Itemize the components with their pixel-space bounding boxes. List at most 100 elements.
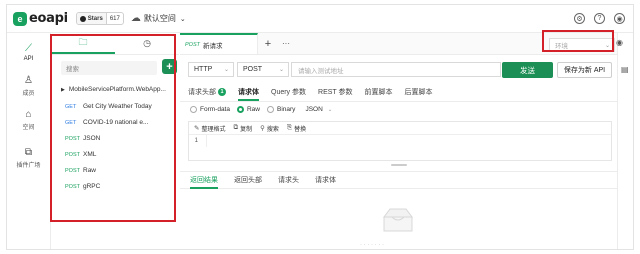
tab-response-headers[interactable]: 返回头部 [234, 172, 262, 188]
tab-new-request[interactable]: POST 新请求 [180, 33, 258, 54]
tab-api-tree[interactable]: 🗀 [51, 33, 115, 54]
logo[interactable]: e eoapi [13, 11, 68, 26]
chevron-down-icon: ⌄ [278, 67, 284, 73]
environment-select[interactable]: 环境 ⌄ [549, 38, 615, 52]
chevron-down-icon: ⌄ [223, 67, 229, 73]
line-number: 1 [189, 135, 207, 147]
tab-body[interactable]: 请求体 [238, 85, 259, 101]
copy-icon: ⧉ [233, 124, 239, 131]
nav-item-plugins[interactable]: ⧉ 插件广场 [7, 147, 50, 169]
left-nav: ⟋ API ♙ 成员 ⌂ 空间 ⧉ 插件广场 [7, 33, 51, 249]
github-stars-label: Stars [87, 15, 103, 22]
tree-group[interactable]: ▶ MobileServicePlatform.WebApp... [61, 86, 166, 93]
nav-item-workspace[interactable]: ⌂ 空间 [7, 109, 50, 131]
nav-item-label: API [23, 56, 34, 62]
nav-item-label: 成员 [22, 91, 35, 97]
panel-icon[interactable]: ▤ [621, 65, 629, 74]
response-tabs: 返回结果 返回头部 请求头 请求体 [180, 171, 617, 189]
list-item[interactable]: GET COVID-19 national e... [65, 119, 148, 126]
radio-form-data[interactable]: Form-data [190, 106, 230, 113]
empty-box-icon [383, 208, 413, 232]
add-api-button[interactable]: + [162, 59, 177, 74]
list-item[interactable]: POST Raw [65, 167, 96, 174]
api-name: JSON [83, 135, 101, 142]
workspace-icon: ⌂ [25, 109, 32, 120]
cloud-icon: ☁ [130, 13, 141, 24]
copy-button[interactable]: ⧉ 复制 [233, 124, 252, 133]
tree-group-label: MobileServicePlatform.WebApp... [68, 86, 166, 93]
tab-label: 请求头部 [188, 89, 216, 96]
raw-format-value: JSON [305, 106, 323, 113]
url-input[interactable]: 请输入测试地址 [291, 62, 501, 77]
search-icon: ⚲ [260, 125, 265, 132]
empty-state-text: · · · · · · · [360, 242, 384, 248]
tab-response-result[interactable]: 返回结果 [190, 172, 218, 189]
more-tabs-button[interactable]: ··· [278, 33, 294, 54]
user-icon[interactable]: ◉ [614, 13, 625, 24]
caret-right-icon: ▶ [61, 87, 65, 93]
api-icon: ⟋ [25, 43, 32, 54]
nav-item-label: 空间 [22, 125, 35, 131]
search-button[interactable]: ⚲ 搜索 [260, 124, 279, 133]
logo-mark: e [13, 11, 27, 26]
tab-label: 前置脚本 [364, 89, 393, 96]
api-name: Get City Weather Today [83, 103, 152, 110]
tab-headers[interactable]: 请求头部 1 [188, 85, 226, 99]
eye-icon[interactable]: ◉ [616, 38, 623, 47]
radio-raw[interactable]: Raw [236, 106, 260, 113]
tab-label: 返回头部 [234, 177, 262, 184]
body-editor[interactable]: ✎ 整理格式 ⧉ 复制 ⚲ 搜索 ⎘ 替换 1 [188, 121, 612, 161]
tab-request-body[interactable]: 请求体 [315, 172, 336, 188]
editor-line[interactable]: 1 [189, 135, 611, 147]
tab-method: POST [185, 41, 200, 48]
tab-history[interactable]: ◷ [115, 33, 179, 54]
tab-post-script[interactable]: 后置脚本 [405, 85, 433, 99]
raw-format-select[interactable]: JSON ⌄ [305, 106, 332, 113]
list-item[interactable]: POST XML [65, 151, 96, 158]
settings-icon[interactable]: ⚙ [574, 13, 585, 24]
list-item[interactable]: POST JSON [65, 135, 100, 142]
replace-button[interactable]: ⎘ 替换 [287, 124, 306, 133]
radio-binary[interactable]: Binary [267, 106, 295, 113]
tab-label: Query 参数 [271, 89, 307, 96]
chevron-down-icon: ⌄ [179, 15, 186, 23]
method-badge: POST [65, 167, 80, 174]
new-tab-button[interactable]: + [258, 33, 278, 54]
sidebar-search-input[interactable]: 搜索 [61, 61, 157, 75]
tab-pre-script[interactable]: 前置脚本 [365, 85, 393, 99]
help-icon[interactable]: ? [594, 13, 605, 24]
tab-title: 新请求 [202, 42, 223, 50]
send-button[interactable]: 发送 [502, 62, 553, 78]
workspace-switcher[interactable]: ☁ 默认空间 ⌄ [131, 13, 186, 24]
tab-request-headers[interactable]: 请求头 [278, 172, 299, 188]
logo-text: eoapi [29, 11, 68, 26]
tab-label: 请求体 [238, 89, 259, 96]
list-item[interactable]: POST gRPC [65, 183, 100, 190]
protocol-select[interactable]: HTTP ⌄ [188, 62, 234, 77]
resize-handle[interactable] [391, 164, 407, 166]
divider [180, 101, 617, 102]
nav-item-label: 插件广场 [16, 163, 41, 169]
api-name: Raw [83, 167, 97, 174]
tool-label: 复制 [240, 126, 253, 133]
workspace-label: 默认空间 [143, 14, 176, 23]
save-as-new-api-button[interactable]: 保存为新 API [557, 62, 612, 78]
radio-label: Raw [246, 106, 260, 113]
api-name: gRPC [83, 183, 101, 190]
nav-item-api[interactable]: ⟋ API [7, 43, 50, 62]
environment-placeholder: 环境 [555, 43, 568, 50]
tab-label: 返回结果 [190, 177, 218, 184]
members-icon: ♙ [24, 75, 33, 86]
radio-indicator [236, 106, 244, 113]
list-item[interactable]: GET Get City Weather Today [65, 103, 152, 110]
editor-toolbar: ✎ 整理格式 ⧉ 复制 ⚲ 搜索 ⎘ 替换 [189, 122, 611, 135]
github-stars-button[interactable]: Stars 617 [75, 12, 124, 25]
tab-query-params[interactable]: Query 参数 [271, 85, 306, 99]
tab-rest-params[interactable]: REST 参数 [318, 85, 353, 99]
sidebar-tabs: 🗀 ◷ [51, 33, 179, 55]
method-select[interactable]: POST ⌄ [237, 62, 289, 77]
method-badge: POST [65, 183, 80, 190]
api-name: COVID-19 national e... [83, 119, 149, 126]
format-button[interactable]: ✎ 整理格式 [194, 124, 225, 133]
nav-item-members[interactable]: ♙ 成员 [7, 75, 50, 97]
